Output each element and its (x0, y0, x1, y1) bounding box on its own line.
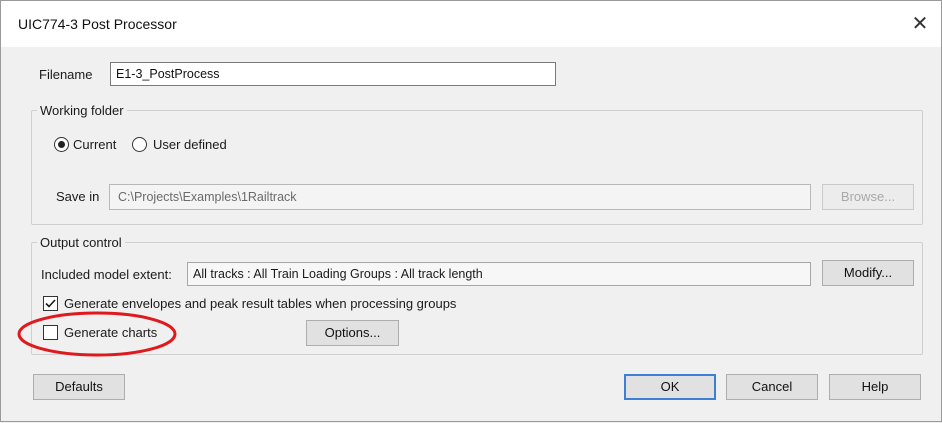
browse-button: Browse... (822, 184, 914, 210)
current-radio[interactable] (54, 137, 69, 152)
generate-envelopes-checkbox[interactable] (43, 296, 58, 311)
window-title: UIC774-3 Post Processor (18, 16, 177, 32)
current-radio-label[interactable]: Current (73, 137, 116, 152)
filename-input[interactable] (110, 62, 556, 86)
output-control-group: Output control (31, 235, 923, 355)
defaults-button[interactable]: Defaults (33, 374, 125, 400)
options-button[interactable]: Options... (306, 320, 399, 346)
post-processor-dialog: UIC774-3 Post Processor ✕ Filename Worki… (0, 0, 942, 422)
generate-charts-label[interactable]: Generate charts (64, 325, 157, 340)
model-extent-field (187, 262, 811, 286)
generate-envelopes-label[interactable]: Generate envelopes and peak result table… (64, 296, 456, 311)
modify-button[interactable]: Modify... (822, 260, 914, 286)
close-icon[interactable]: ✕ (905, 9, 935, 39)
checkmark-icon (45, 299, 56, 308)
working-folder-legend: Working folder (40, 103, 124, 118)
filename-label: Filename (39, 67, 93, 82)
user-defined-radio[interactable] (132, 137, 147, 152)
output-control-legend: Output control (40, 235, 122, 250)
radio-selected-dot (58, 141, 65, 148)
cancel-button[interactable]: Cancel (726, 374, 818, 400)
save-in-label: Save in (56, 189, 100, 204)
help-button[interactable]: Help (829, 374, 921, 400)
title-bar: UIC774-3 Post Processor ✕ (1, 1, 941, 47)
generate-charts-checkbox[interactable] (43, 325, 58, 340)
save-in-path-field (109, 184, 811, 210)
ok-button[interactable]: OK (624, 374, 716, 400)
user-defined-radio-label[interactable]: User defined (153, 137, 227, 152)
model-extent-label: Included model extent: (41, 267, 172, 282)
